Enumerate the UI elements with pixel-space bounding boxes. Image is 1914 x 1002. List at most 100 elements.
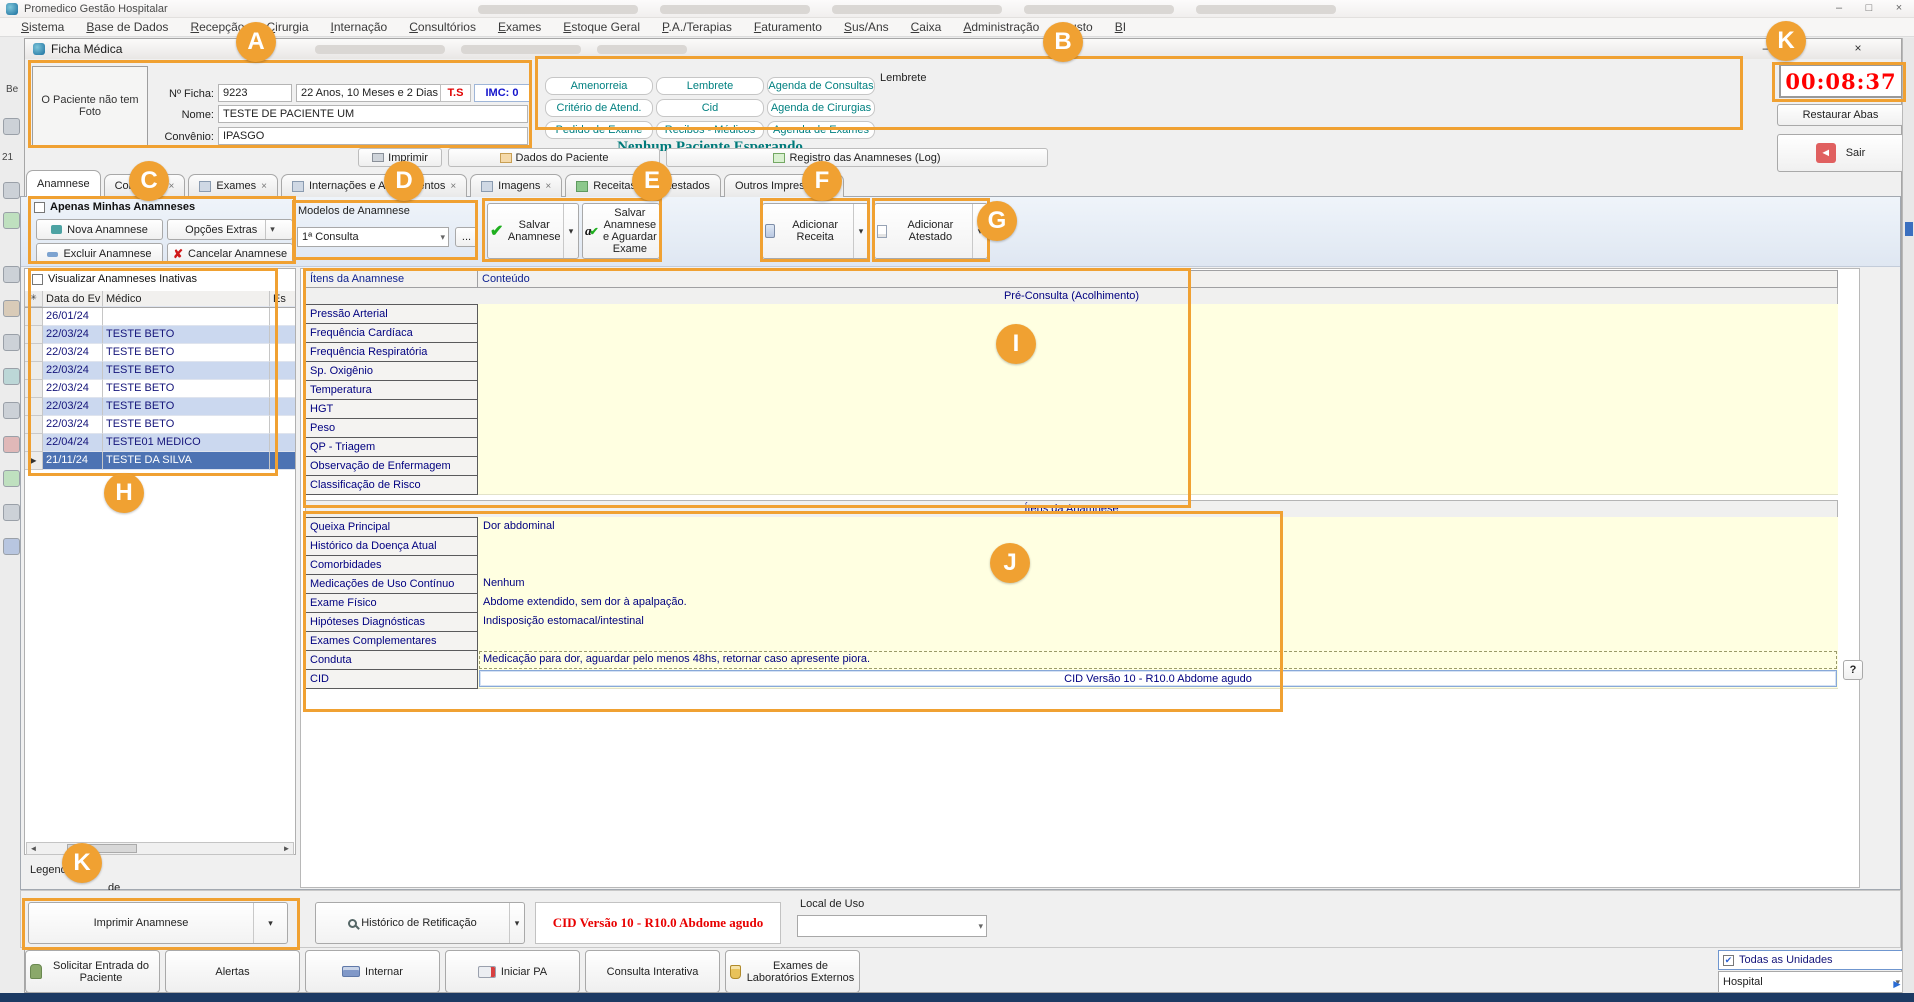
- row-selector[interactable]: ▶: [25, 452, 43, 470]
- restaurar-abas-button[interactable]: Restaurar Abas: [1777, 104, 1904, 126]
- chevron-down-icon[interactable]: ▾: [853, 204, 868, 258]
- row-selector[interactable]: [25, 416, 43, 434]
- row-content[interactable]: [478, 361, 1838, 381]
- convenio-field[interactable]: IPASGO: [218, 127, 528, 145]
- salvar-aguardar-exame-button[interactable]: a✔ Salvar Anamnese e Aguardar Exame: [582, 203, 660, 259]
- menu-sus-ans[interactable]: Sus/Ans: [833, 20, 900, 34]
- row-selector[interactable]: [25, 344, 43, 362]
- row-selector[interactable]: [25, 308, 43, 326]
- menu-bi[interactable]: BI: [1104, 20, 1137, 34]
- scroll-right-icon[interactable]: ►: [280, 844, 293, 853]
- cid-input[interactable]: CID Versão 10 - R10.0 Abdome agudo: [479, 670, 1837, 687]
- sair-button[interactable]: ◄ Sair: [1777, 134, 1904, 172]
- quick-button-lembrete[interactable]: Lembrete: [656, 77, 764, 95]
- quick-button-agenda-de-consultas[interactable]: Agenda de Consultas: [767, 77, 875, 95]
- row-content[interactable]: Medicação para dor, aguardar pelo menos …: [478, 650, 1838, 670]
- checkbox-icon[interactable]: [32, 274, 43, 285]
- row-content[interactable]: Nenhum: [478, 574, 1838, 594]
- row-selector[interactable]: [25, 434, 43, 452]
- opcoes-extras-button[interactable]: Opções Extras ▾: [167, 219, 293, 240]
- sidebar-tool-icon[interactable]: [3, 300, 20, 317]
- minimize-icon[interactable]: –: [1824, 0, 1854, 17]
- sidebar-tool-icon[interactable]: [3, 182, 20, 199]
- list-item[interactable]: 22/03/24TESTE BETO: [25, 398, 295, 416]
- close-icon[interactable]: ×: [545, 181, 551, 192]
- historico-retificacao-button[interactable]: Histórico de Retificação ▾: [315, 902, 525, 944]
- sidebar-tool-icon[interactable]: [3, 212, 20, 229]
- list-item[interactable]: 26/01/24: [25, 308, 295, 326]
- alertas-button[interactable]: Alertas: [165, 950, 300, 993]
- consulta-interativa-button[interactable]: Consulta Interativa: [585, 950, 720, 993]
- sidebar-tool-icon[interactable]: [3, 538, 20, 555]
- quick-button-recibos-medicos[interactable]: Recibos - Médicos: [656, 121, 764, 139]
- list-item[interactable]: 22/03/24TESTE BETO: [25, 326, 295, 344]
- close-icon[interactable]: ×: [169, 181, 175, 192]
- internar-button[interactable]: Internar: [305, 950, 440, 993]
- medico-column-header[interactable]: Médico: [103, 291, 270, 307]
- nova-anamnese-button[interactable]: Nova Anamnese: [36, 219, 163, 240]
- list-item[interactable]: 22/03/24TESTE BETO: [25, 416, 295, 434]
- local-de-uso-select[interactable]: ▾: [797, 915, 987, 937]
- row-content[interactable]: [478, 536, 1838, 556]
- row-content[interactable]: [478, 342, 1838, 362]
- salvar-anamnese-button[interactable]: ✔ Salvar Anamnese ▾: [487, 203, 579, 259]
- todas-unidades-row[interactable]: ✔ Todas as Unidades: [1718, 950, 1904, 970]
- row-content[interactable]: [478, 380, 1838, 400]
- sidebar-tool-icon[interactable]: [3, 504, 20, 521]
- menu-base-de-dados[interactable]: Base de Dados: [75, 20, 179, 34]
- modelos-more-button[interactable]: ...: [455, 227, 478, 247]
- row-content[interactable]: CID Versão 10 - R10.0 Abdome agudo: [478, 669, 1838, 689]
- menu-caixa[interactable]: Caixa: [900, 20, 953, 34]
- chevron-down-icon[interactable]: ▾: [509, 903, 524, 943]
- row-content[interactable]: [478, 456, 1838, 476]
- unidade-select[interactable]: Hospital ▾: [1718, 971, 1904, 993]
- ts-button[interactable]: T.S: [440, 84, 471, 102]
- close-icon[interactable]: ×: [1845, 41, 1871, 57]
- tab-imagens[interactable]: Imagens×: [470, 174, 562, 197]
- extra-column-header[interactable]: Es: [270, 291, 295, 307]
- row-content[interactable]: [478, 304, 1838, 324]
- checkbox-icon[interactable]: [34, 202, 45, 213]
- scroll-left-icon[interactable]: ◄: [27, 844, 40, 853]
- inativas-checkbox-row[interactable]: Visualizar Anamneses Inativas: [32, 273, 197, 285]
- exames-de-laboratorios-externos-button[interactable]: Exames de Laboratórios Externos: [725, 950, 860, 993]
- row-selector[interactable]: [25, 380, 43, 398]
- list-item[interactable]: 22/03/24TESTE BETO: [25, 344, 295, 362]
- row-selector[interactable]: [25, 398, 43, 416]
- sidebar-tool-icon[interactable]: [3, 118, 20, 135]
- menu-p-a-terapias[interactable]: P.A./Terapias: [651, 20, 743, 34]
- menu-administracao[interactable]: Administração: [952, 20, 1050, 34]
- quick-button-cid[interactable]: Cid: [656, 99, 764, 117]
- close-icon[interactable]: ×: [450, 181, 456, 192]
- tab-exames[interactable]: Exames×: [188, 174, 278, 197]
- menu-internacao[interactable]: Internação: [320, 20, 399, 34]
- dados-do-paciente-button[interactable]: Dados do Paciente: [448, 148, 660, 167]
- row-content[interactable]: Dor abdominal: [478, 517, 1838, 537]
- row-content[interactable]: [478, 399, 1838, 419]
- sidebar-tool-icon[interactable]: [3, 470, 20, 487]
- row-content[interactable]: [478, 631, 1838, 651]
- sidebar-tool-icon[interactable]: [3, 266, 20, 283]
- iniciar-pa-button[interactable]: Iniciar PA: [445, 950, 580, 993]
- menu-exames[interactable]: Exames: [487, 20, 552, 34]
- maximize-icon[interactable]: □: [1854, 0, 1884, 17]
- list-item[interactable]: 22/03/24TESTE BETO: [25, 380, 295, 398]
- list-item[interactable]: 22/04/24TESTE01 MEDICO: [25, 434, 295, 452]
- chevron-down-icon[interactable]: ▾: [253, 903, 287, 943]
- list-item[interactable]: 22/03/24TESTE BETO: [25, 362, 295, 380]
- adicionar-receita-button[interactable]: Adicionar Receita ▾: [762, 203, 869, 259]
- row-content[interactable]: Abdome extendido, sem dor à apalpação.: [478, 593, 1838, 613]
- close-icon[interactable]: ×: [261, 181, 267, 192]
- date-column-header[interactable]: Data do Ev: [43, 291, 103, 307]
- list-item[interactable]: ▶21/11/24TESTE DA SILVA: [25, 452, 295, 470]
- row-content[interactable]: [478, 437, 1838, 457]
- sidebar-tool-icon[interactable]: [3, 334, 20, 351]
- adicionar-atestado-button[interactable]: Adicionar Atestado ▾: [874, 203, 988, 259]
- only-mine-checkbox-row[interactable]: Apenas Minhas Anamneses: [34, 201, 195, 213]
- sidebar-tool-icon[interactable]: [3, 436, 20, 453]
- row-selector[interactable]: [25, 326, 43, 344]
- row-content[interactable]: [478, 475, 1838, 495]
- quick-button-criterio-de-atend[interactable]: Critério de Atend.: [545, 99, 653, 117]
- ficha-number-field[interactable]: 9223: [218, 84, 292, 102]
- modelos-select[interactable]: 1ª Consulta ▾: [297, 227, 449, 247]
